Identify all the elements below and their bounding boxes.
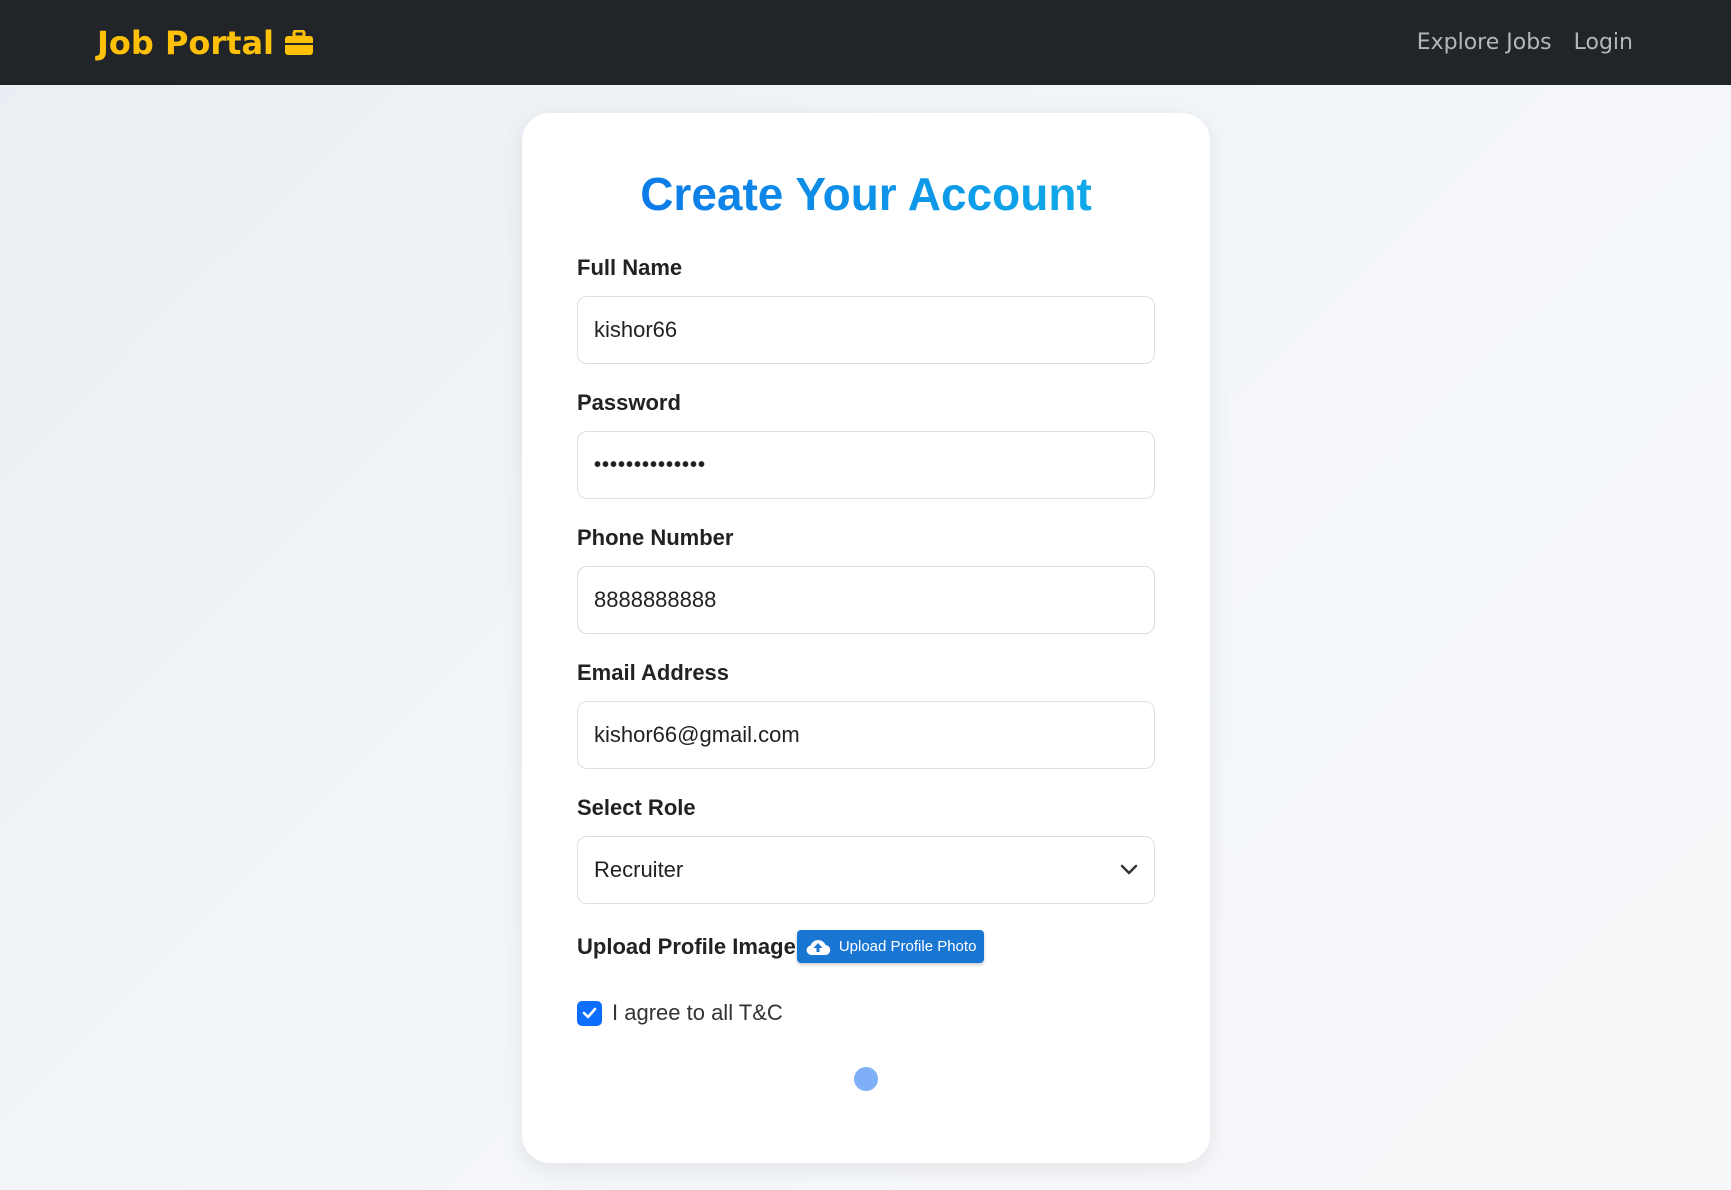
phone-label: Phone Number [577,525,734,550]
cloud-upload-icon [806,939,831,955]
password-field: Password •••••••••••••• [577,390,1155,499]
upload-button-label: Upload Profile Photo [838,938,977,955]
password-label: Password [577,390,681,415]
loading-spinner [854,1067,878,1091]
password-input[interactable]: •••••••••••••• [577,431,1155,499]
full-name-field: Full Name kishor66 [577,255,1155,364]
full-name-input[interactable]: kishor66 [577,296,1155,364]
terms-label: I agree to all T&C [612,1000,783,1025]
checkmark-icon [582,1007,597,1019]
page-title: Create Your Account [577,167,1155,221]
brand-name: Job Portal [97,23,275,62]
email-input[interactable]: kishor66@gmail.com [577,701,1155,769]
role-selected-value: Recruiter [594,857,684,882]
role-select[interactable]: Recruiter [577,836,1155,904]
terms-checkbox[interactable] [577,1000,602,1026]
nav-links: Explore Jobs Login [1417,30,1633,55]
briefcase-icon [285,29,314,55]
role-field: Select Role Recruiter [577,795,1155,904]
brand-logo[interactable]: Job Portal [97,24,314,62]
phone-field: Phone Number 8888888888 [577,525,1155,634]
nav-link-login[interactable]: Login [1574,30,1633,55]
upload-row: Upload Profile Image Upload Profile Phot… [577,930,1155,963]
signup-card: Create Your Account Full Name kishor66 P… [522,113,1210,1163]
role-label: Select Role [577,795,696,820]
terms-row: I agree to all T&C [577,1000,1155,1026]
nav-link-explore-jobs[interactable]: Explore Jobs [1417,30,1552,55]
upload-profile-photo-button[interactable]: Upload Profile Photo [796,930,985,963]
email-field: Email Address kishor66@gmail.com [577,660,1155,769]
full-name-label: Full Name [577,255,683,280]
navbar: Job Portal Explore Jobs Login [0,0,1731,85]
upload-label: Upload Profile Image [577,933,796,959]
email-label: Email Address [577,660,730,685]
phone-input[interactable]: 8888888888 [577,566,1155,634]
chevron-down-icon [1120,864,1138,875]
